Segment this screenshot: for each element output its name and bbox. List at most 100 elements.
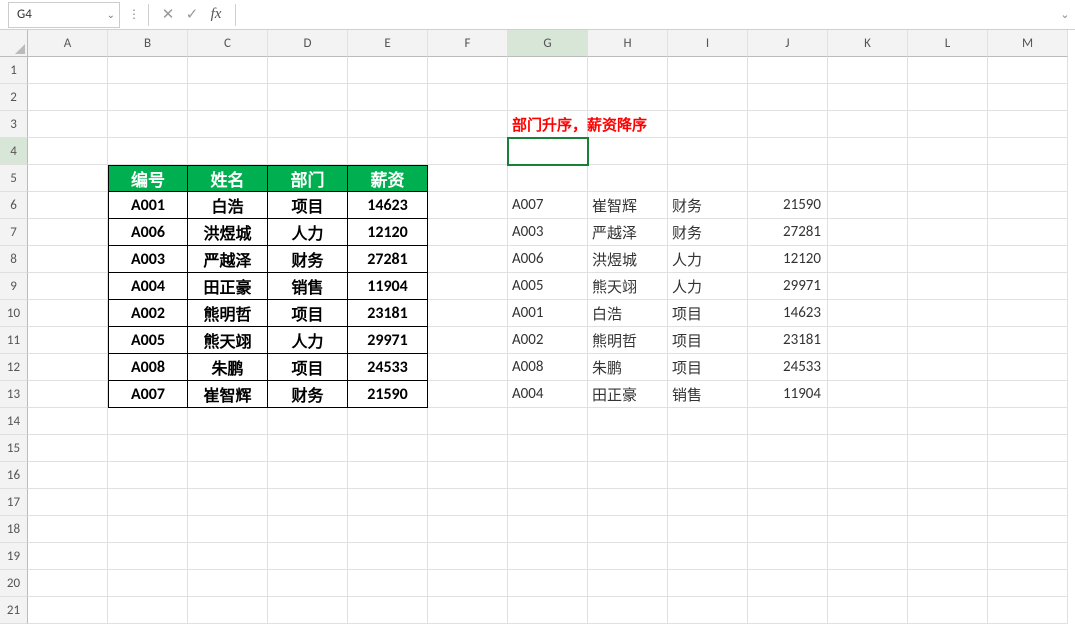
cell-I3[interactable] — [668, 111, 748, 138]
cell-J7[interactable]: 27281 — [748, 219, 828, 246]
cell-C11[interactable]: 熊天翊 — [188, 327, 268, 354]
cell-M15[interactable] — [988, 435, 1068, 462]
col-header-B[interactable]: B — [108, 30, 188, 57]
cell-A17[interactable] — [28, 489, 108, 516]
cell-J8[interactable]: 12120 — [748, 246, 828, 273]
cell-M9[interactable] — [988, 273, 1068, 300]
cell-A7[interactable] — [28, 219, 108, 246]
col-header-L[interactable]: L — [908, 30, 988, 57]
cell-A9[interactable] — [28, 273, 108, 300]
cell-I18[interactable] — [668, 516, 748, 543]
cell-J10[interactable]: 14623 — [748, 300, 828, 327]
cell-C10[interactable]: 熊明哲 — [188, 300, 268, 327]
cell-M20[interactable] — [988, 570, 1068, 597]
cell-I7[interactable]: 财务 — [668, 219, 748, 246]
cell-J17[interactable] — [748, 489, 828, 516]
cell-M8[interactable] — [988, 246, 1068, 273]
cell-E8[interactable]: 27281 — [348, 246, 428, 273]
cell-D8[interactable]: 财务 — [268, 246, 348, 273]
fx-icon[interactable]: fx — [207, 6, 225, 23]
cell-I19[interactable] — [668, 543, 748, 570]
cell-I10[interactable]: 项目 — [668, 300, 748, 327]
cell-D17[interactable] — [268, 489, 348, 516]
row-header-4[interactable]: 4 — [0, 138, 28, 165]
cell-G12[interactable]: A008 — [508, 354, 588, 381]
cell-A15[interactable] — [28, 435, 108, 462]
cell-J13[interactable]: 11904 — [748, 381, 828, 408]
cell-H7[interactable]: 严越泽 — [588, 219, 668, 246]
cell-D13[interactable]: 财务 — [268, 381, 348, 408]
row-header-19[interactable]: 19 — [0, 543, 28, 570]
cell-I14[interactable] — [668, 408, 748, 435]
cell-B7[interactable]: A006 — [108, 219, 188, 246]
row-header-21[interactable]: 21 — [0, 597, 28, 624]
cell-E12[interactable]: 24533 — [348, 354, 428, 381]
cell-J9[interactable]: 29971 — [748, 273, 828, 300]
cell-I21[interactable] — [668, 597, 748, 624]
cell-K17[interactable] — [828, 489, 908, 516]
cell-D14[interactable] — [268, 408, 348, 435]
cell-M14[interactable] — [988, 408, 1068, 435]
cell-B9[interactable]: A004 — [108, 273, 188, 300]
cell-G2[interactable] — [508, 84, 588, 111]
col-header-F[interactable]: F — [428, 30, 508, 57]
cell-L3[interactable] — [908, 111, 988, 138]
cell-H5[interactable] — [588, 165, 668, 192]
cell-G18[interactable] — [508, 516, 588, 543]
cell-M2[interactable] — [988, 84, 1068, 111]
cell-B15[interactable] — [108, 435, 188, 462]
cell-L10[interactable] — [908, 300, 988, 327]
cell-C17[interactable] — [188, 489, 268, 516]
cell-A12[interactable] — [28, 354, 108, 381]
cell-J3[interactable] — [748, 111, 828, 138]
row-header-20[interactable]: 20 — [0, 570, 28, 597]
cell-K19[interactable] — [828, 543, 908, 570]
cell-B20[interactable] — [108, 570, 188, 597]
cell-L8[interactable] — [908, 246, 988, 273]
cell-E20[interactable] — [348, 570, 428, 597]
cell-L17[interactable] — [908, 489, 988, 516]
cell-J20[interactable] — [748, 570, 828, 597]
cell-I4[interactable] — [668, 138, 748, 165]
cell-L16[interactable] — [908, 462, 988, 489]
cell-M16[interactable] — [988, 462, 1068, 489]
cell-C2[interactable] — [188, 84, 268, 111]
expand-formula-bar-icon[interactable]: ⌄ — [1055, 8, 1075, 21]
cell-B19[interactable] — [108, 543, 188, 570]
cell-L5[interactable] — [908, 165, 988, 192]
row-header-18[interactable]: 18 — [0, 516, 28, 543]
cell-F14[interactable] — [428, 408, 508, 435]
formula-input[interactable] — [240, 2, 1055, 28]
cell-E7[interactable]: 12120 — [348, 219, 428, 246]
cell-B8[interactable]: A003 — [108, 246, 188, 273]
cell-M1[interactable] — [988, 57, 1068, 84]
cell-G9[interactable]: A005 — [508, 273, 588, 300]
cell-H9[interactable]: 熊天翊 — [588, 273, 668, 300]
cell-K21[interactable] — [828, 597, 908, 624]
cell-E16[interactable] — [348, 462, 428, 489]
cell-F17[interactable] — [428, 489, 508, 516]
cell-F5[interactable] — [428, 165, 508, 192]
cell-H19[interactable] — [588, 543, 668, 570]
row-header-16[interactable]: 16 — [0, 462, 28, 489]
cell-H11[interactable]: 熊明哲 — [588, 327, 668, 354]
cell-F3[interactable] — [428, 111, 508, 138]
cell-B12[interactable]: A008 — [108, 354, 188, 381]
cell-G16[interactable] — [508, 462, 588, 489]
cell-H10[interactable]: 白浩 — [588, 300, 668, 327]
cell-G7[interactable]: A003 — [508, 219, 588, 246]
cell-G19[interactable] — [508, 543, 588, 570]
cell-F12[interactable] — [428, 354, 508, 381]
col-header-C[interactable]: C — [188, 30, 268, 57]
row-header-13[interactable]: 13 — [0, 381, 28, 408]
cell-I2[interactable] — [668, 84, 748, 111]
cell-B2[interactable] — [108, 84, 188, 111]
cell-E6[interactable]: 14623 — [348, 192, 428, 219]
cell-C15[interactable] — [188, 435, 268, 462]
row-header-10[interactable]: 10 — [0, 300, 28, 327]
cell-A13[interactable] — [28, 381, 108, 408]
cell-G10[interactable]: A001 — [508, 300, 588, 327]
cell-L1[interactable] — [908, 57, 988, 84]
cell-J21[interactable] — [748, 597, 828, 624]
cell-B18[interactable] — [108, 516, 188, 543]
